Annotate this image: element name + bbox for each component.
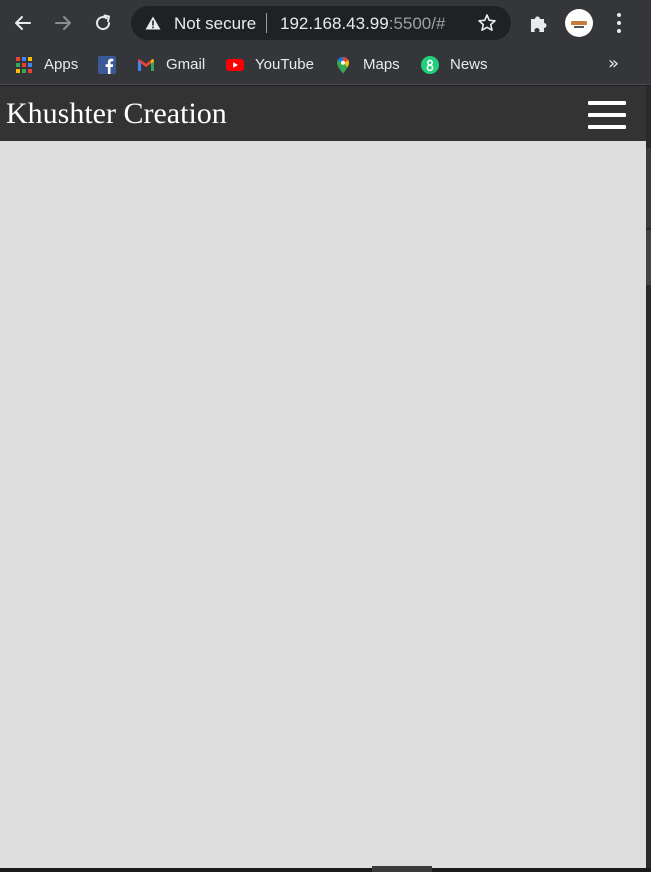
back-button[interactable] — [8, 8, 38, 38]
bookmarks-overflow-button[interactable]: » — [608, 53, 619, 74]
warning-triangle-icon[interactable] — [145, 16, 161, 30]
site-navbar: Khushter Creation — [0, 86, 646, 141]
back-arrow-icon — [15, 16, 31, 30]
site-title[interactable]: Khushter Creation — [6, 97, 227, 131]
bookmark-news[interactable]: News — [421, 54, 493, 76]
bookmark-apps[interactable]: Apps — [15, 54, 85, 76]
bookmarks-bar: Apps Gmail YouTube Maps News » — [0, 46, 651, 85]
window-edge-segment — [646, 230, 651, 285]
puzzle-icon[interactable] — [527, 12, 549, 34]
star-icon[interactable] — [477, 13, 497, 33]
bookmark-label: News — [450, 56, 488, 73]
youtube-icon — [226, 59, 244, 71]
url-text[interactable]: 192.168.43.99:5500/# — [280, 14, 445, 34]
page-viewport: Khushter Creation — [0, 86, 646, 868]
avatar-logo-text — [574, 26, 584, 28]
bookmark-maps[interactable]: Maps — [334, 54, 406, 76]
url-host: 192.168.43.99 — [280, 14, 389, 33]
facebook-icon — [98, 56, 116, 74]
apps-grid-icon — [16, 57, 32, 73]
bookmark-label: Apps — [44, 56, 79, 73]
reload-button[interactable] — [88, 8, 118, 38]
avatar-logo — [571, 21, 587, 25]
forward-arrow-icon — [55, 16, 71, 30]
hamburger-icon[interactable] — [588, 101, 626, 129]
window-bottom-tab — [372, 866, 432, 872]
url-port-path: :5500/# — [388, 14, 446, 33]
reload-icon — [96, 14, 111, 31]
security-status-label[interactable]: Not secure — [174, 14, 256, 34]
forward-button[interactable] — [48, 8, 78, 38]
bookmark-gmail[interactable]: Gmail — [137, 54, 212, 76]
bookmark-youtube[interactable]: YouTube — [226, 54, 321, 76]
kebab-menu-icon[interactable] — [609, 11, 629, 35]
bookmark-label: Maps — [363, 56, 400, 73]
gmail-icon — [138, 59, 154, 71]
window-bottom-edge — [0, 868, 651, 872]
address-bar-divider — [266, 13, 267, 33]
bookmark-label: Gmail — [166, 56, 206, 73]
window-edge-segment — [646, 148, 651, 228]
maps-pin-icon — [337, 57, 349, 74]
address-bar[interactable]: Not secure 192.168.43.99:5500/# — [131, 6, 511, 40]
bookmark-label: YouTube — [255, 56, 314, 73]
news-icon — [421, 56, 439, 74]
bookmark-facebook[interactable] — [98, 54, 120, 76]
browser-toolbar: Not secure 192.168.43.99:5500/# — [0, 0, 651, 46]
profile-avatar[interactable] — [565, 9, 593, 37]
